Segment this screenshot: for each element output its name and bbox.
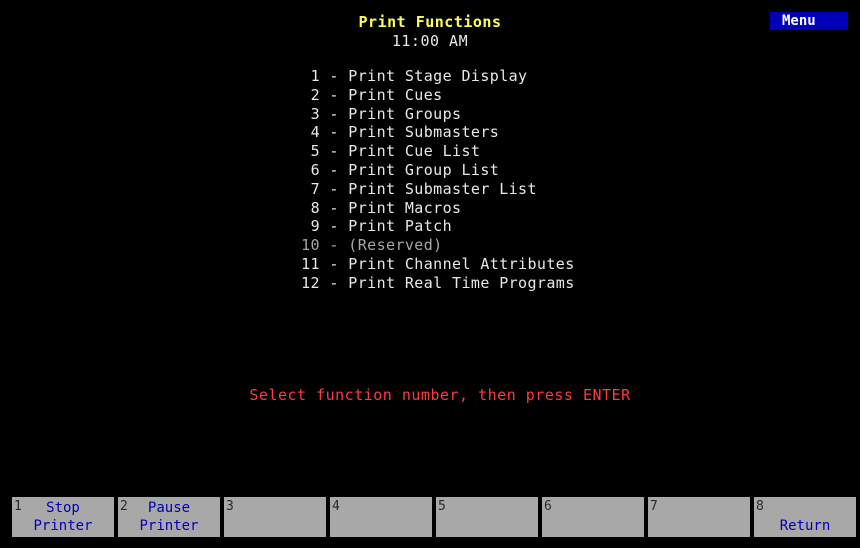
softkey-5[interactable]: 5 bbox=[436, 497, 538, 537]
softkey-number: 6 bbox=[544, 499, 552, 514]
softkey-label-line2: Return bbox=[779, 518, 831, 534]
menu-item-label: Print Submaster List bbox=[348, 179, 537, 198]
menu-item-separator: - bbox=[320, 217, 349, 236]
menu-item-separator: - bbox=[320, 198, 349, 217]
softkey-number: 3 bbox=[226, 499, 234, 514]
softkey-label-line2: Printer bbox=[33, 518, 93, 534]
softkey-number: 5 bbox=[438, 499, 446, 514]
menu-item-separator: - bbox=[320, 273, 349, 292]
menu-item-separator: - bbox=[320, 142, 349, 161]
menu-item-number: 3 bbox=[310, 104, 320, 123]
menu-item-number: 12 bbox=[301, 273, 320, 292]
menu-item-separator: - bbox=[320, 123, 349, 142]
console-screen: Print Functions 11:00 AM Menu 1 - Print … bbox=[0, 0, 860, 548]
menu-item-number: 5 bbox=[310, 142, 320, 161]
print-function-list: 1 - Print Stage Display 2 - Print Cues 3 -… bbox=[270, 67, 690, 293]
menu-item-label: Print Cue List bbox=[348, 142, 481, 161]
menu-item-label: Print Macros bbox=[348, 198, 462, 217]
menu-item-number: 10 bbox=[301, 236, 320, 255]
menu-item-11[interactable]: 11 - Print Channel Attributes bbox=[270, 255, 690, 274]
instruction-prompt: Select function number, then press ENTER bbox=[249, 386, 631, 404]
softkey-4[interactable]: 4 bbox=[330, 497, 432, 537]
menu-item-separator: - bbox=[320, 160, 349, 179]
softkey-number: 7 bbox=[650, 499, 658, 514]
menu-item-separator: - bbox=[320, 179, 349, 198]
menu-item-12[interactable]: 12 - Print Real Time Programs bbox=[270, 274, 690, 293]
menu-item-label: Print Patch bbox=[348, 217, 453, 236]
menu-item-separator: - bbox=[320, 67, 349, 85]
menu-item-label: Print Real Time Programs bbox=[348, 273, 575, 292]
menu-item-number: 9 bbox=[310, 217, 320, 236]
menu-item-number: 8 bbox=[310, 198, 320, 217]
softkey-3[interactable]: 3 bbox=[224, 497, 326, 537]
softkey-number: 4 bbox=[332, 499, 340, 514]
clock-time: 11:00 AM bbox=[391, 32, 469, 50]
softkey-number: 8 bbox=[756, 499, 764, 514]
softkey-label-line1: Stop bbox=[46, 500, 80, 516]
menu-item-label: (Reserved) bbox=[348, 236, 443, 255]
menu-item-6[interactable]: 6 - Print Group List bbox=[270, 161, 690, 180]
menu-mode-indicator: Menu bbox=[770, 12, 848, 30]
softkey-6[interactable]: 6 bbox=[542, 497, 644, 537]
softkey-2-pause-printer[interactable]: 2 Pause Printer bbox=[118, 497, 220, 537]
page-title: Print Functions bbox=[358, 13, 502, 31]
menu-item-separator: - bbox=[320, 104, 349, 123]
menu-item-label: Print Submasters bbox=[348, 123, 500, 142]
menu-item-1[interactable]: 1 - Print Stage Display bbox=[270, 67, 690, 86]
menu-item-9[interactable]: 9 - Print Patch bbox=[270, 217, 690, 236]
menu-item-number: 7 bbox=[310, 179, 320, 198]
menu-item-separator: - bbox=[320, 236, 349, 255]
softkey-label-line2: Printer bbox=[139, 518, 199, 534]
softkey-1-stop-printer[interactable]: 1 Stop Printer bbox=[12, 497, 114, 537]
softkey-8-return[interactable]: 8 Return bbox=[754, 497, 856, 537]
softkey-label-line1: Pause bbox=[147, 500, 191, 516]
menu-item-2[interactable]: 2 - Print Cues bbox=[270, 86, 690, 105]
menu-item-separator: - bbox=[320, 85, 349, 104]
menu-item-number: 1 bbox=[310, 67, 320, 85]
menu-item-separator: - bbox=[320, 254, 349, 273]
menu-item-number: 11 bbox=[301, 254, 320, 273]
menu-item-8[interactable]: 8 - Print Macros bbox=[270, 199, 690, 218]
menu-item-label: Print Groups bbox=[348, 104, 462, 123]
softkey-bar: 1 Stop Printer 2 Pause Printer 3 4 5 6 7… bbox=[12, 497, 860, 539]
menu-item-number: 2 bbox=[310, 85, 320, 104]
menu-item-label: Print Cues bbox=[348, 85, 443, 104]
menu-item-5[interactable]: 5 - Print Cue List bbox=[270, 142, 690, 161]
menu-item-label: Print Group List bbox=[348, 160, 500, 179]
menu-item-4[interactable]: 4 - Print Submasters bbox=[270, 123, 690, 142]
menu-item-7[interactable]: 7 - Print Submaster List bbox=[270, 180, 690, 199]
menu-item-number: 4 bbox=[310, 123, 320, 142]
menu-item-number: 6 bbox=[310, 160, 320, 179]
menu-item-10: 10 - (Reserved) bbox=[270, 236, 690, 255]
menu-item-label: Print Channel Attributes bbox=[348, 254, 575, 273]
menu-item-label: Print Stage Display bbox=[348, 67, 528, 85]
softkey-7[interactable]: 7 bbox=[648, 497, 750, 537]
menu-item-3[interactable]: 3 - Print Groups bbox=[270, 105, 690, 124]
